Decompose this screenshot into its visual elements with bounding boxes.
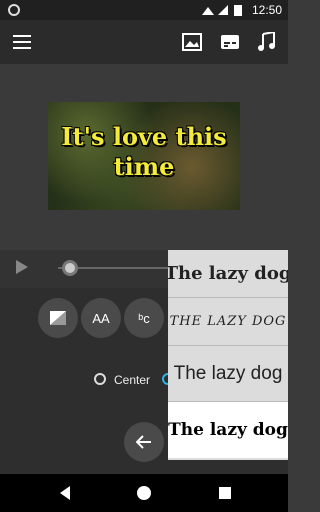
font-size-icon[interactable]: AA: [81, 298, 121, 338]
font-item-selected[interactable]: The lazy dog: [168, 402, 288, 458]
font-style-label: ᵇc: [138, 310, 150, 326]
font-sample: The lazy dog: [173, 362, 283, 384]
subtitle-icon[interactable]: [218, 30, 242, 54]
menu-icon[interactable]: [10, 30, 34, 54]
font-item[interactable]: The lazy dog: [168, 250, 288, 298]
font-sample: The lazy dog: [168, 420, 288, 440]
font-sample: THE LAZY DOG: [169, 314, 287, 329]
back-arrow-button[interactable]: [124, 422, 164, 462]
caption-line-2: time: [113, 152, 175, 181]
video-preview[interactable]: It's love this time: [48, 102, 240, 210]
navigation-bar: [0, 474, 288, 512]
center-radio-label: Center: [114, 373, 151, 387]
clock: 12:50: [251, 3, 282, 17]
music-icon[interactable]: [254, 30, 278, 54]
seek-thumb[interactable]: [62, 260, 78, 276]
status-bar: 12:50: [0, 0, 288, 20]
center-radio[interactable]: [94, 373, 106, 385]
signal-icon: [202, 5, 242, 16]
font-size-label: AA: [92, 310, 110, 326]
toolbar: [0, 20, 288, 64]
play-icon[interactable]: [16, 260, 28, 274]
home-nav-icon[interactable]: [137, 485, 151, 506]
caption-line-1: It's love this: [61, 122, 227, 151]
back-nav-icon[interactable]: [58, 485, 72, 506]
recents-nav-icon[interactable]: [218, 485, 232, 506]
font-style-icon[interactable]: ᵇc: [124, 298, 164, 338]
font-item[interactable]: The lazy dog: [168, 346, 288, 402]
font-item[interactable]: THE LAZY DOG: [168, 298, 288, 346]
font-sample: The lazy dog: [168, 263, 288, 284]
status-icons: [200, 3, 248, 20]
font-list: The lazy dog THE LAZY DOG The lazy dog T…: [168, 250, 288, 460]
back-arrow-icon: [136, 435, 151, 449]
notification-icon: [8, 4, 20, 16]
background-color-icon[interactable]: [38, 298, 78, 338]
image-icon[interactable]: [180, 30, 204, 54]
